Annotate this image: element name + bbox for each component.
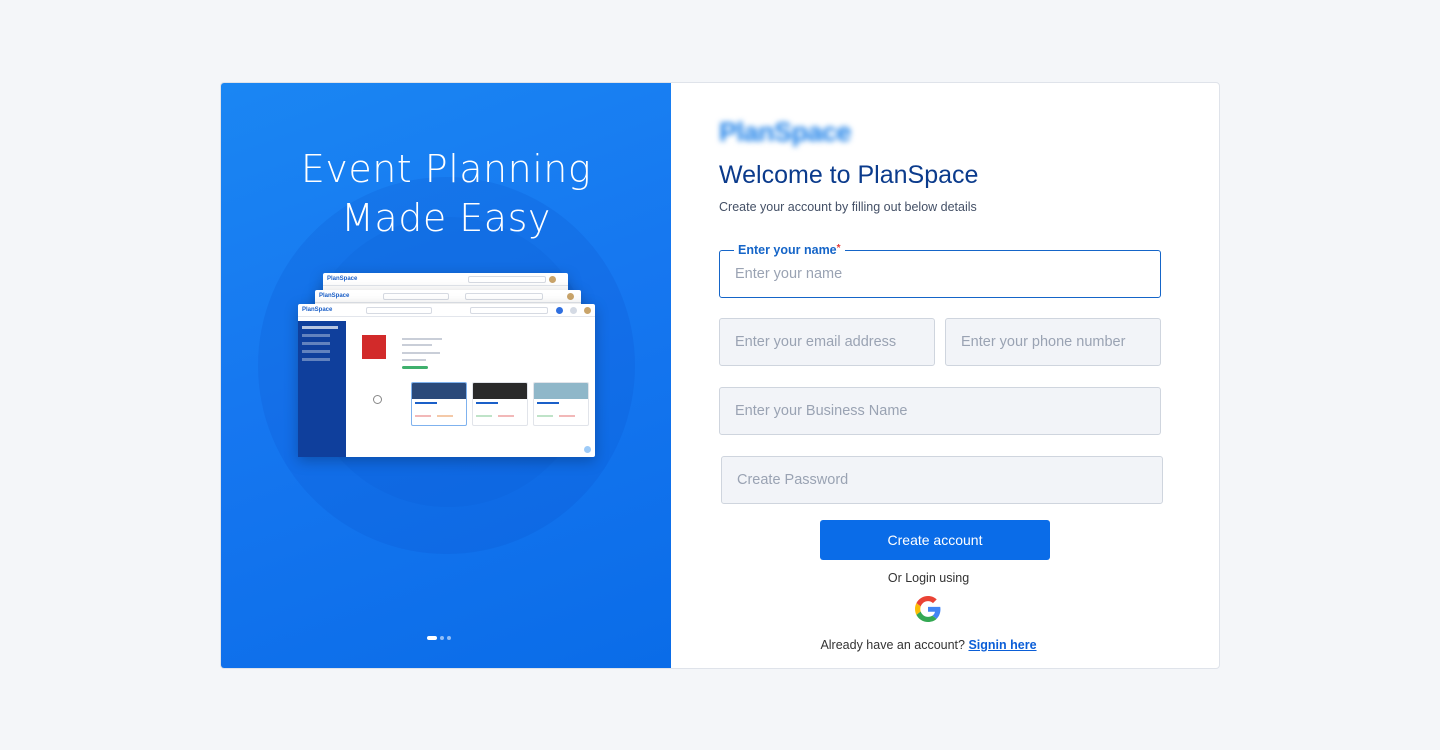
signin-row: Already have an account? Signin here — [671, 638, 1186, 652]
name-label: Enter your name* — [734, 243, 845, 257]
hero-panel: Event Planning Made Easy PlanSpace PlanS… — [221, 83, 671, 668]
phone-input[interactable] — [945, 318, 1161, 366]
carousel-dot-2[interactable] — [440, 636, 444, 640]
signin-prompt: Already have an account? — [820, 638, 965, 652]
preview-help-icon — [584, 446, 591, 453]
signup-form: PlanSpace Welcome to PlanSpace Create yo… — [671, 83, 1219, 668]
preview-brand-logo — [362, 335, 386, 359]
business-name-input[interactable] — [719, 387, 1161, 435]
carousel-dot-3[interactable] — [447, 636, 451, 640]
page-subtitle: Create your account by filling out below… — [719, 200, 977, 214]
page-title: Welcome to PlanSpace — [719, 161, 979, 189]
preview-logo: PlanSpace — [327, 276, 358, 282]
name-input[interactable] — [719, 250, 1161, 298]
signin-link[interactable]: Signin here — [968, 638, 1036, 652]
password-input[interactable] — [721, 456, 1163, 504]
preview-add-icon — [373, 395, 382, 404]
carousel-dot-1[interactable] — [427, 636, 437, 640]
hero-title-line1: Event Planning — [300, 147, 592, 191]
planspace-logo: PlanSpace — [719, 117, 852, 147]
signup-card: Event Planning Made Easy PlanSpace PlanS… — [220, 82, 1220, 669]
preview-logo: PlanSpace — [302, 307, 333, 313]
alt-login-text: Or Login using — [887, 571, 970, 585]
hero-title: Event Planning Made Easy — [221, 145, 671, 243]
hero-title-line2: Made Easy — [341, 196, 551, 240]
preview-sidebar — [298, 321, 346, 457]
create-account-button[interactable]: Create account — [820, 520, 1050, 560]
name-label-text: Enter your name — [738, 243, 837, 257]
preview-logo: PlanSpace — [319, 293, 350, 299]
required-mark: * — [836, 243, 841, 254]
email-input[interactable] — [719, 318, 935, 366]
app-preview-front: PlanSpace — [298, 304, 595, 457]
google-icon[interactable] — [915, 596, 941, 622]
carousel-dots — [427, 636, 451, 640]
